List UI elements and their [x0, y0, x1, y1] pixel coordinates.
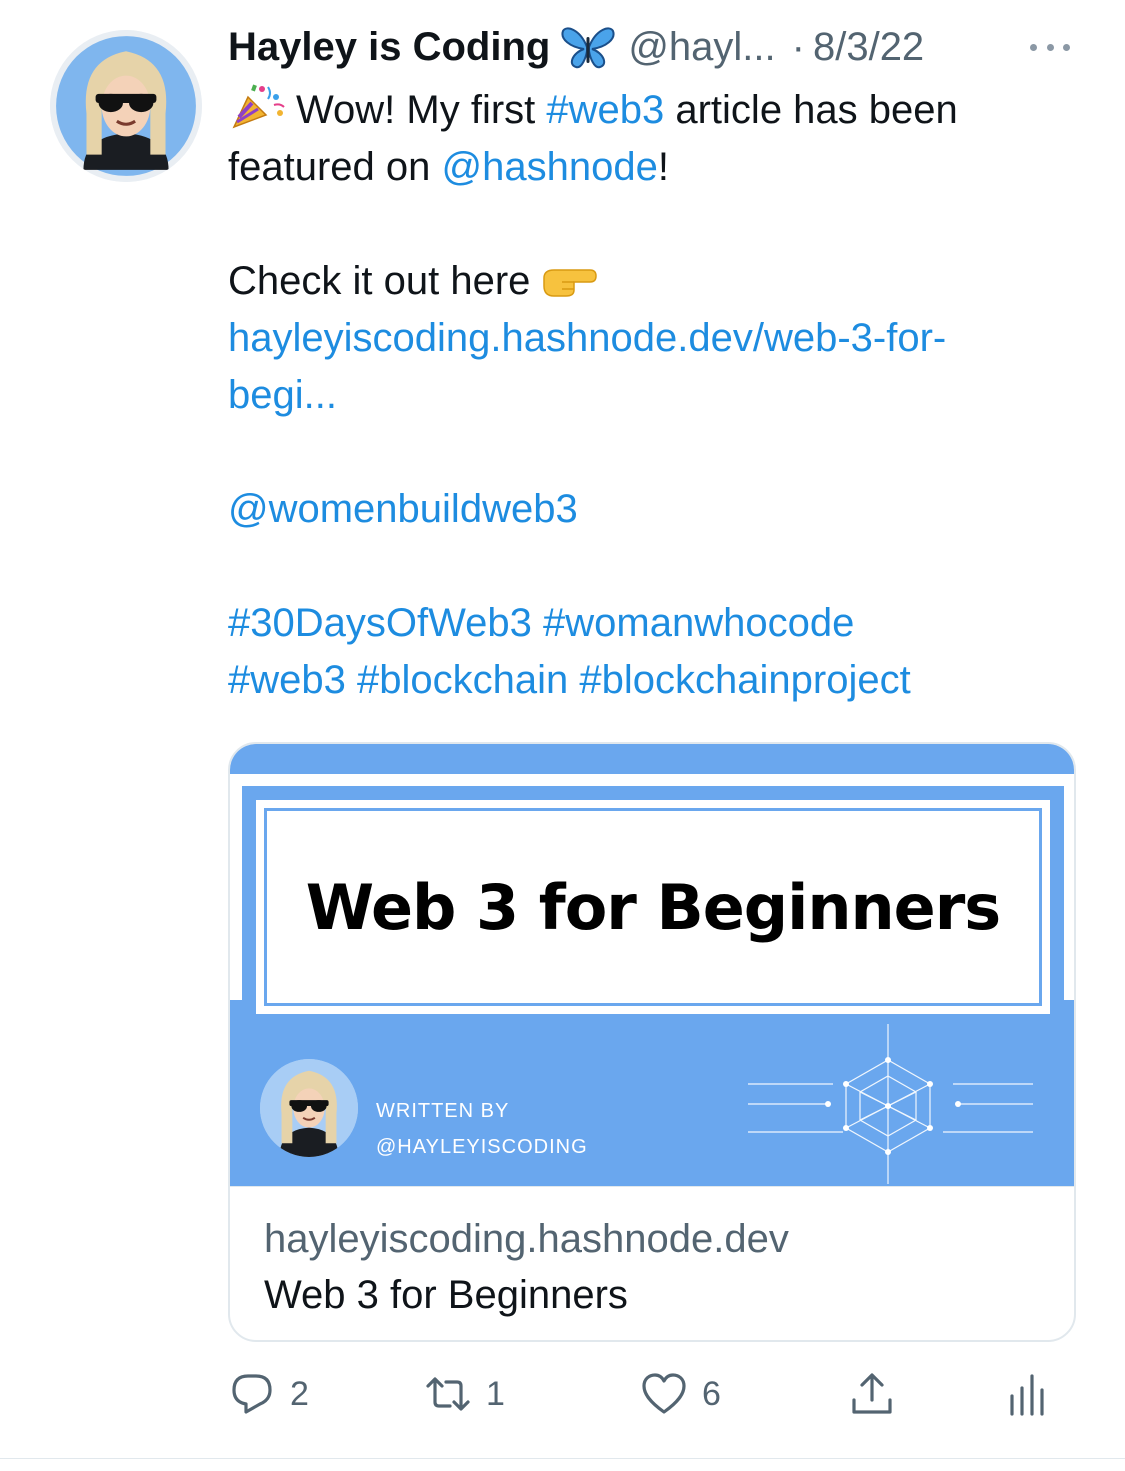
retweet-button[interactable]: 1 — [424, 1364, 505, 1424]
tweet-header: Hayley is Coding @hayl... · 8/3/22 — [228, 22, 1088, 72]
line3-text: Check it out here — [228, 259, 531, 303]
card-preview-image[interactable]: Web 3 for Beginners WRITTEN BY @HAYLEYIS… — [230, 744, 1074, 1186]
tweet-divider — [0, 1458, 1125, 1459]
reply-count: 2 — [290, 1374, 309, 1413]
author-handle[interactable]: @hayl... — [628, 25, 775, 70]
retweet-count: 1 — [486, 1374, 505, 1413]
hashtag-blockchainproject-link[interactable]: #blockchainproject — [579, 658, 910, 702]
more-horizontal-icon[interactable] — [1030, 32, 1070, 62]
tweet-actions: 2 1 6 — [228, 1364, 1058, 1424]
line1-text-post: article has been — [664, 88, 958, 132]
heart-icon — [642, 1373, 686, 1414]
card-top-band — [230, 744, 1074, 774]
hashtags-line-2: #web3 #blockchain #blockchainproject — [228, 652, 1078, 709]
tweet-line-3: Check it out here — [228, 253, 1078, 310]
pointing-right-emoji-icon — [540, 259, 598, 299]
hashtag-30daysofweb3-link[interactable]: #30DaysOfWeb3 — [228, 601, 532, 645]
card-domain: hayleyiscoding.hashnode.dev — [264, 1217, 789, 1261]
tweet-line-1: Wow! My first #web3 article has been — [228, 82, 1078, 139]
line2-text-pre: featured on — [228, 145, 442, 189]
butterfly-emoji-icon — [560, 25, 616, 69]
hashtag-blockchain-link[interactable]: #blockchain — [357, 658, 568, 702]
line1-text-pre: Wow! My first — [296, 88, 547, 132]
hashtag-web3-link[interactable]: #web3 — [546, 88, 664, 132]
network-graphic-icon — [748, 1024, 1033, 1184]
card-written-handle: @HAYLEYISCODING — [376, 1136, 588, 1158]
card-meta[interactable]: hayleyiscoding.hashnode.dev Web 3 for Be… — [230, 1186, 1074, 1340]
card-title-frame: Web 3 for Beginners — [242, 786, 1064, 1028]
line2-text-post: ! — [657, 145, 669, 189]
tweet-line-2: featured on @hashnode! — [228, 139, 1078, 196]
retweet-icon — [426, 1377, 470, 1411]
author-avatar[interactable] — [50, 30, 202, 182]
party-popper-emoji-icon — [228, 83, 288, 131]
mention-hashnode-link[interactable]: @hashnode — [442, 145, 658, 189]
separator-dot: · — [791, 24, 805, 69]
link-preview-card[interactable]: Web 3 for Beginners WRITTEN BY @HAYLEYIS… — [228, 742, 1076, 1342]
hashtag-web3-link-2[interactable]: #web3 — [228, 658, 346, 702]
analytics-button[interactable] — [1004, 1364, 1052, 1424]
mention-womenbuildweb3-link[interactable]: @womenbuildweb3 — [228, 481, 1078, 538]
article-url-line-1[interactable]: hayleyiscoding.hashnode.dev/web-3-for- — [228, 310, 1078, 367]
article-url-line-2[interactable]: begi... — [228, 367, 1078, 424]
reply-button[interactable]: 2 — [228, 1364, 309, 1424]
card-image-title: Web 3 for Beginners — [305, 870, 1001, 944]
card-written-by-label: WRITTEN BY — [376, 1100, 510, 1122]
tweet-date[interactable]: 8/3/22 — [813, 25, 924, 70]
share-button[interactable] — [848, 1364, 896, 1424]
card-title: Web 3 for Beginners — [264, 1273, 628, 1317]
share-icon — [852, 1373, 892, 1414]
author-display-name[interactable]: Hayley is Coding — [228, 25, 550, 70]
card-author-avatar — [260, 1059, 358, 1157]
like-button[interactable]: 6 — [640, 1364, 721, 1424]
hashtags-line-1: #30DaysOfWeb3 #womanwhocode — [228, 595, 1078, 652]
tweet-text: Wow! My first #web3 article has been fea… — [228, 82, 1078, 709]
analytics-icon — [1010, 1374, 1044, 1416]
avatar-image — [50, 30, 202, 182]
reply-icon — [232, 1374, 272, 1414]
like-count: 6 — [702, 1374, 721, 1413]
hashtag-womanwhocode-link[interactable]: #womanwhocode — [543, 601, 854, 645]
